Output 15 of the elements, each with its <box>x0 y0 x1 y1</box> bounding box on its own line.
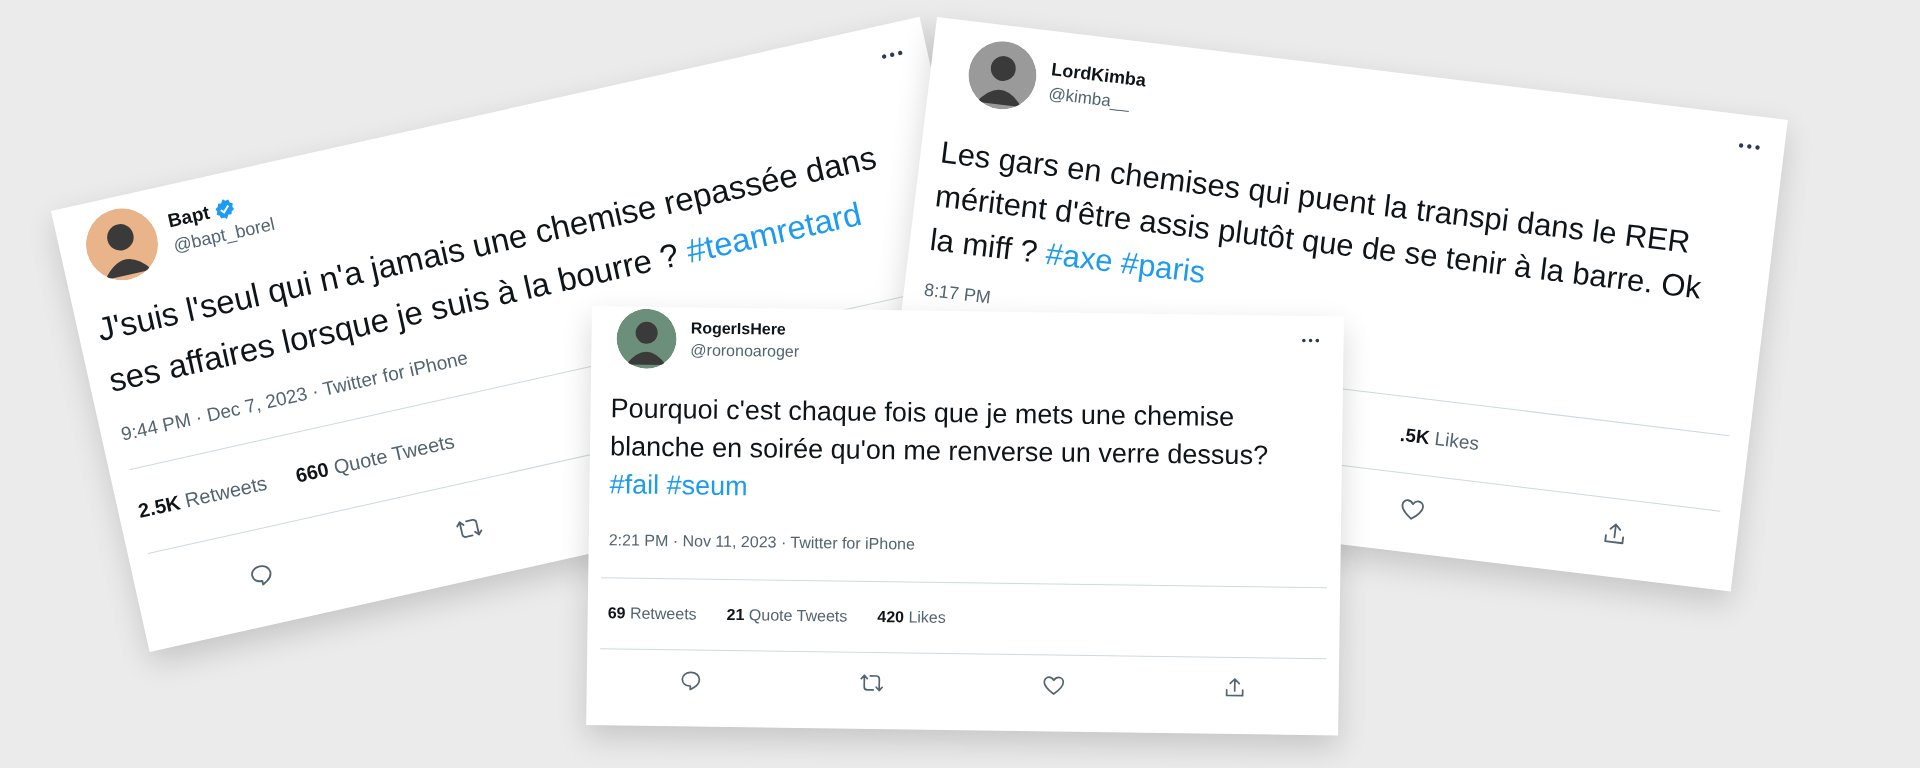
tweet-timestamp: 2:21 PM · Nov 11, 2023 · Twitter for iPhone <box>608 531 916 554</box>
stat-link[interactable]: 420 Likes <box>877 608 946 627</box>
stat-link[interactable]: 660 Quote Tweets <box>293 429 457 488</box>
stat-link[interactable]: .5K Likes <box>1398 423 1481 455</box>
more-icon[interactable] <box>880 49 904 61</box>
more-icon[interactable] <box>1301 337 1320 344</box>
avatar[interactable] <box>616 308 677 370</box>
stat-link[interactable]: 2.5K Retweets <box>136 471 270 523</box>
user-handle[interactable]: @roronoaroger <box>690 341 800 361</box>
author-name[interactable]: RogerIsHere <box>690 319 786 339</box>
tweet-timestamp: 8:17 PM <box>922 279 992 308</box>
stat-link[interactable]: 69 Retweets <box>607 604 697 624</box>
stat-link[interactable]: 21 Quote Tweets <box>726 605 848 626</box>
more-icon[interactable] <box>1738 142 1761 151</box>
heart-icon[interactable] <box>1041 673 1066 698</box>
